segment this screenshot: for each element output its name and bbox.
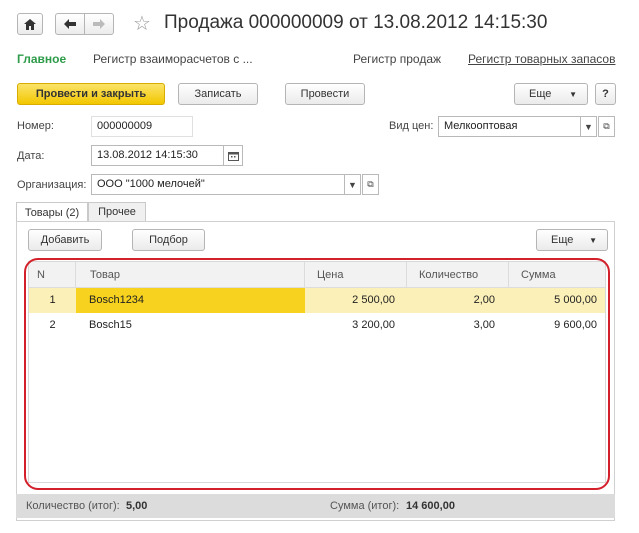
price-type-label: Вид цен:: [389, 120, 434, 132]
table-header: N Товар Цена Количество Сумма: [29, 262, 605, 288]
totals-bar: Количество (итог): 5,00 Сумма (итог): 14…: [16, 494, 615, 518]
row-price[interactable]: 2 500,00: [305, 288, 395, 313]
row-sum[interactable]: 5 000,00: [509, 288, 597, 313]
column-n[interactable]: N: [29, 262, 76, 288]
calendar-button[interactable]: [223, 145, 243, 166]
nav-stock-register[interactable]: Регистр товарных запасов: [468, 52, 615, 66]
row-number: 1: [49, 294, 56, 306]
arrow-right-icon: [93, 19, 105, 29]
date-field[interactable]: 13.08.2012 14:15:30: [91, 145, 224, 166]
table-more-button[interactable]: Еще ▼: [536, 229, 608, 251]
post-and-close-button[interactable]: Провести и закрыть: [17, 83, 165, 105]
total-sum-value: 14 600,00: [406, 500, 455, 512]
number-field[interactable]: 000000009: [91, 116, 193, 137]
total-sum-label: Сумма (итог):: [330, 500, 400, 512]
total-qty-value: 5,00: [126, 500, 148, 512]
date-label: Дата:: [17, 150, 45, 162]
help-button[interactable]: ?: [595, 83, 616, 105]
nav-main[interactable]: Главное: [17, 52, 66, 66]
table-row[interactable]: 2 Bosch15 3 200,00 3,00 9 600,00: [29, 313, 605, 338]
table-more-label: Еще: [551, 234, 574, 246]
add-button[interactable]: Добавить: [28, 229, 102, 251]
row-price[interactable]: 3 200,00: [305, 313, 395, 338]
pick-button[interactable]: Подбор: [132, 229, 205, 251]
open-icon: ⧉: [367, 179, 374, 189]
row-item[interactable]: Bosch15: [76, 313, 305, 338]
home-icon: [24, 18, 36, 30]
row-qty[interactable]: 2,00: [407, 288, 495, 313]
page-title: Продажа 000000009 от 13.08.2012 14:15:30: [164, 12, 548, 33]
organization-dropdown[interactable]: ▼: [344, 174, 361, 195]
row-sum[interactable]: 9 600,00: [509, 313, 597, 338]
open-icon: ⧉: [603, 121, 610, 131]
organization-field[interactable]: ООО "1000 мелочей": [91, 174, 345, 195]
total-qty-label: Количество (итог):: [26, 500, 120, 512]
save-button[interactable]: Записать: [178, 83, 258, 105]
nav-sales-register[interactable]: Регистр продаж: [353, 52, 441, 66]
more-label: Еще: [529, 88, 552, 100]
price-type-field[interactable]: Мелкооптовая: [438, 116, 581, 137]
organization-label: Организация:: [17, 179, 87, 191]
organization-open[interactable]: ⧉: [362, 174, 379, 195]
price-type-open[interactable]: ⧉: [598, 116, 615, 137]
forward-button[interactable]: [84, 13, 114, 35]
post-button[interactable]: Провести: [285, 83, 365, 105]
row-number: 2: [49, 319, 56, 331]
home-button[interactable]: [17, 13, 43, 35]
row-qty[interactable]: 3,00: [407, 313, 495, 338]
row-item[interactable]: Bosch1234: [76, 288, 305, 313]
table-row[interactable]: 1 Bosch1234 2 500,00 2,00 5 000,00: [29, 288, 605, 313]
column-price[interactable]: Цена: [305, 262, 407, 288]
price-type-dropdown[interactable]: ▼: [580, 116, 597, 137]
triangle-down-icon: ▼: [348, 179, 357, 190]
arrow-left-icon: [64, 19, 76, 29]
goods-table: N Товар Цена Количество Сумма 1 Bosch123…: [28, 261, 606, 483]
column-sum[interactable]: Сумма: [509, 262, 607, 288]
column-qty[interactable]: Количество: [407, 262, 509, 288]
star-icon[interactable]: ☆: [133, 11, 151, 36]
triangle-down-icon: ▼: [569, 89, 577, 99]
triangle-down-icon: ▼: [584, 121, 593, 132]
number-label: Номер:: [17, 120, 54, 132]
triangle-down-icon: ▼: [589, 235, 597, 245]
nav-mutual-register[interactable]: Регистр взаиморасчетов с ...: [93, 52, 253, 66]
tab-goods[interactable]: Товары (2): [16, 202, 88, 222]
column-item[interactable]: Товар: [76, 262, 305, 288]
calendar-icon: [227, 151, 239, 161]
tab-other[interactable]: Прочее: [88, 202, 146, 221]
more-button[interactable]: Еще ▼: [514, 83, 588, 105]
back-button[interactable]: [55, 13, 85, 35]
